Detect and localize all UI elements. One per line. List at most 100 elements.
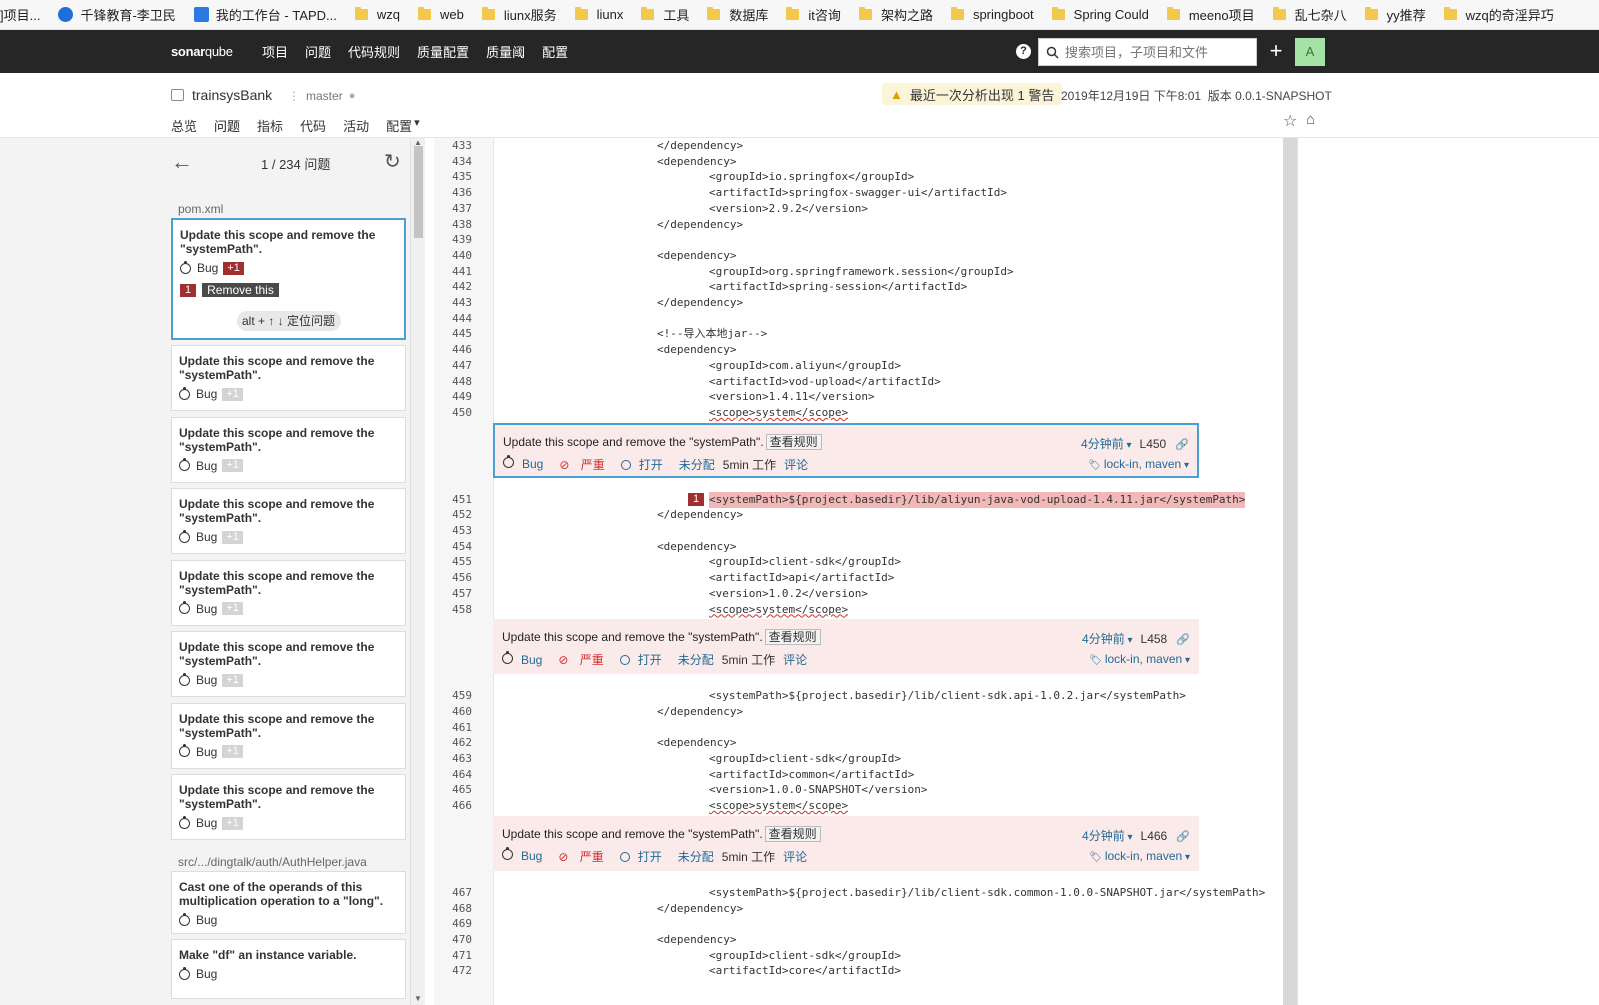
project-name[interactable]: trainsysBank xyxy=(192,87,272,103)
project-tab[interactable]: 问题 xyxy=(214,116,241,140)
nav-link[interactable]: 质量配置 xyxy=(417,42,469,61)
bookmark-item[interactable]: web xyxy=(418,7,464,22)
project-title[interactable]: trainsysBank xyxy=(171,87,272,103)
assignee-dropdown[interactable]: 未分配 xyxy=(678,651,714,668)
line-number[interactable]: 472 xyxy=(442,963,472,979)
bookmark-item[interactable]: it咨询 xyxy=(786,5,841,24)
line-number[interactable]: 461 xyxy=(442,720,472,736)
line-number[interactable]: 468 xyxy=(442,901,472,917)
location-marker[interactable]: 1 xyxy=(688,492,705,506)
bookmark-item[interactable]: yy推荐 xyxy=(1364,5,1426,24)
bookmark-item[interactable]: 乱七杂八 xyxy=(1272,5,1347,24)
line-number[interactable]: 436 xyxy=(442,185,472,201)
link-icon[interactable]: 🔗 xyxy=(1173,634,1190,646)
line-number[interactable]: 465 xyxy=(442,782,472,798)
issue-box[interactable]: Update this scope and remove the "system… xyxy=(493,422,1199,478)
search-box[interactable] xyxy=(1038,38,1257,66)
line-number[interactable]: 448 xyxy=(442,374,472,390)
help-icon[interactable]: ? xyxy=(1016,44,1031,59)
issue-tags[interactable]: 🏷 lock-in, maven ▾ xyxy=(1088,457,1189,471)
back-arrow-icon[interactable]: ← xyxy=(171,151,193,173)
nav-link[interactable]: 代码规则 xyxy=(348,42,400,61)
line-number[interactable]: 439 xyxy=(442,232,472,248)
line-number[interactable]: 462 xyxy=(442,735,472,751)
comment-link[interactable]: 评论 xyxy=(784,456,808,473)
line-number[interactable]: 437 xyxy=(442,201,472,217)
line-number[interactable]: 445 xyxy=(442,326,472,342)
branch-selector[interactable]: ⋮ master ● xyxy=(288,89,355,103)
line-number[interactable]: 459 xyxy=(442,688,472,704)
line-number[interactable]: 443 xyxy=(442,295,472,311)
home-icon[interactable]: ⌂ xyxy=(1306,111,1315,128)
nav-link[interactable]: 项目 xyxy=(262,42,288,61)
issue-card[interactable]: Make "df" an instance variable. Bug xyxy=(171,939,406,999)
bookmark-item[interactable]: 工具 xyxy=(641,5,689,24)
line-number[interactable]: 434 xyxy=(442,154,472,170)
line-number[interactable]: 458 xyxy=(442,602,472,618)
line-number[interactable]: 464 xyxy=(442,767,472,783)
bookmark-item[interactable]: wzq的奇淫异巧 xyxy=(1443,5,1554,24)
issue-card[interactable]: Update this scope and remove the "system… xyxy=(171,702,406,769)
issue-type-dropdown[interactable]: Bug xyxy=(502,847,550,863)
line-number[interactable]: 446 xyxy=(442,342,472,358)
comment-link[interactable]: 评论 xyxy=(783,651,807,668)
branch-info-icon[interactable]: ● xyxy=(349,90,356,102)
avatar[interactable]: A xyxy=(1295,38,1325,66)
scroll-down-icon[interactable]: ▼ xyxy=(414,994,422,1003)
issue-card[interactable]: Update this scope and remove the "system… xyxy=(171,559,406,626)
line-number[interactable]: 440 xyxy=(442,248,472,264)
issue-tags[interactable]: 🏷 lock-in, maven ▾ xyxy=(1089,849,1190,863)
line-number[interactable]: 438 xyxy=(442,217,472,233)
bookmark-item[interactable]: 千锋教育-李卫民 xyxy=(58,5,176,24)
create-plus-icon[interactable]: + xyxy=(1263,37,1289,65)
issue-card[interactable]: Update this scope and remove the "system… xyxy=(171,488,406,554)
line-number[interactable]: 441 xyxy=(442,264,472,280)
bookmark-item[interactable]: liunx服务 xyxy=(481,5,557,24)
line-number[interactable]: 442 xyxy=(442,279,472,295)
assignee-dropdown[interactable]: 未分配 xyxy=(678,848,714,865)
line-number[interactable]: 467 xyxy=(442,885,472,901)
line-number[interactable]: 435 xyxy=(442,169,472,185)
scrollbar-thumb[interactable] xyxy=(414,146,423,238)
line-number[interactable]: 453 xyxy=(442,523,472,539)
project-tab[interactable]: 配置 xyxy=(386,116,412,140)
line-number[interactable]: 451 xyxy=(442,492,472,508)
bookmark-item[interactable]: liunx xyxy=(574,7,623,22)
sidebar-scrollbar[interactable]: ▲ ▼ xyxy=(410,138,425,1005)
issue-time[interactable]: 4分钟前 xyxy=(1082,829,1125,843)
view-rule-button[interactable]: 查看规则 xyxy=(765,433,822,450)
line-number[interactable]: 463 xyxy=(442,751,472,767)
status-dropdown[interactable]: 打开 xyxy=(619,848,670,865)
line-number[interactable]: 449 xyxy=(442,389,472,405)
line-number[interactable]: 452 xyxy=(442,507,472,523)
analysis-warning[interactable]: ▲ 最近一次分析出现 1 警告 xyxy=(882,83,1063,105)
line-number[interactable]: 444 xyxy=(442,311,472,327)
view-rule-button[interactable]: 查看规则 xyxy=(764,825,821,842)
issue-card[interactable]: Cast one of the operands of this multipl… xyxy=(171,871,406,934)
issue-card[interactable]: Update this scope and remove the "system… xyxy=(171,345,406,411)
line-number[interactable]: 470 xyxy=(442,932,472,948)
link-icon[interactable]: 🔗 xyxy=(1173,831,1190,843)
issue-type-dropdown[interactable]: Bug xyxy=(503,455,551,471)
issue-card-selected[interactable]: Update this scope and remove the "system… xyxy=(171,218,406,340)
issue-box[interactable]: Update this scope and remove the "system… xyxy=(493,815,1199,871)
view-rule-button[interactable]: 查看规则 xyxy=(764,629,821,646)
bookmark-item[interactable]: wzq xyxy=(354,7,400,22)
issue-card[interactable]: Update this scope and remove the "system… xyxy=(171,631,406,697)
line-number[interactable]: 454 xyxy=(442,539,472,555)
severity-dropdown[interactable]: ⊘ 严重 xyxy=(558,651,611,668)
favorite-star-icon[interactable]: ☆ xyxy=(1283,111,1297,131)
assignee-dropdown[interactable]: 未分配 xyxy=(679,456,715,473)
line-number[interactable]: 469 xyxy=(442,916,472,932)
project-tab[interactable]: 指标 xyxy=(257,116,283,140)
issue-card[interactable]: Update this scope and remove the "system… xyxy=(171,774,406,840)
issue-box[interactable]: Update this scope and remove the "system… xyxy=(493,619,1199,675)
link-icon[interactable]: 🔗 xyxy=(1172,439,1189,451)
source-scrollbar[interactable] xyxy=(1283,138,1297,1005)
line-number[interactable]: 456 xyxy=(442,570,472,586)
bookmark-item[interactable]: 数据库 xyxy=(707,5,768,24)
line-number[interactable]: 455 xyxy=(442,554,472,570)
search-input[interactable] xyxy=(1065,44,1245,60)
comment-link[interactable]: 评论 xyxy=(783,848,807,865)
issue-time[interactable]: 4分钟前 xyxy=(1082,632,1125,646)
